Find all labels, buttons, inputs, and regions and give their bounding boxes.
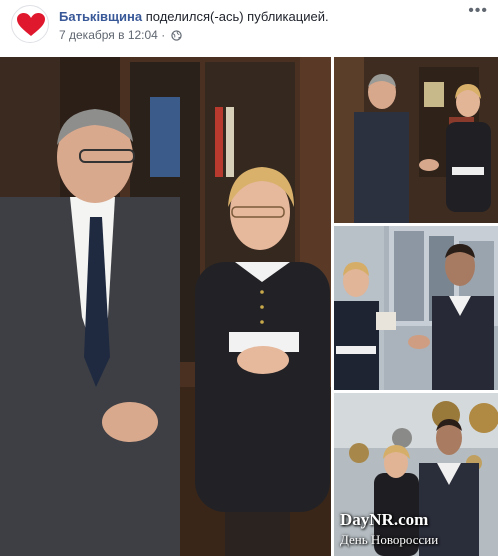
post-meta: 7 декабря в 12:04 · <box>59 28 182 44</box>
post-photo-main[interactable] <box>0 57 331 556</box>
post-photo-thumb-2[interactable] <box>334 226 498 390</box>
photo-thumb-2-image <box>334 226 498 390</box>
post-timestamp[interactable]: 7 декабря в 12:04 <box>59 28 158 42</box>
photo-thumb-1-image <box>334 57 498 223</box>
heart-logo-icon <box>17 13 45 36</box>
photo-main-image <box>0 57 331 556</box>
globe-icon[interactable] <box>170 30 182 44</box>
post-header: Батьківщина поделился(-ась) публикацией.… <box>0 0 498 56</box>
watermark-subtitle: День Новороссии <box>340 532 439 547</box>
post-photo-thumb-1[interactable] <box>334 57 498 223</box>
meta-separator: · <box>161 28 166 42</box>
watermark-title: DayNR.com <box>340 510 429 529</box>
page-name-link[interactable]: Батьківщина <box>59 9 142 24</box>
more-options-button[interactable]: ••• <box>468 2 488 20</box>
page-avatar[interactable] <box>11 5 49 43</box>
post-author-line: Батьківщина поделился(-ась) публикацией. <box>59 9 329 24</box>
site-watermark: DayNR.com День Новороссии <box>336 508 498 556</box>
post-action-text: поделился(-ась) публикацией. <box>145 9 329 24</box>
